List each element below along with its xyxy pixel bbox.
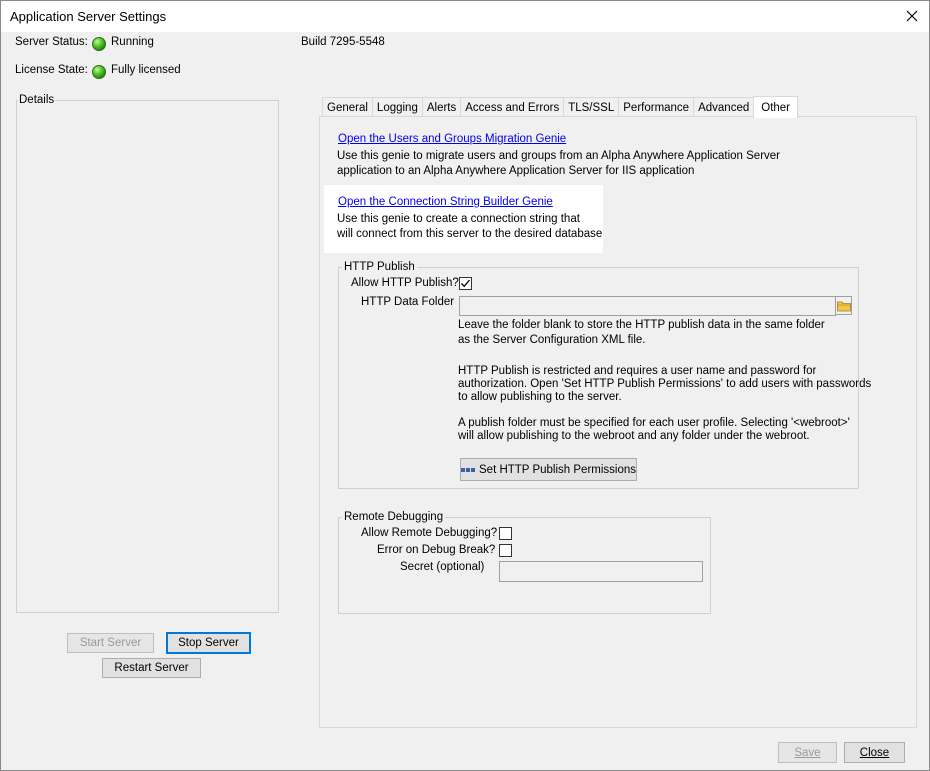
set-http-publish-permissions-label: Set HTTP Publish Permissions [479, 463, 637, 476]
close-icon [906, 10, 918, 22]
secret-field[interactable] [499, 561, 703, 582]
secret-label: Secret (optional) [400, 561, 485, 573]
details-label: Details [18, 94, 56, 106]
folder-icon [836, 301, 851, 311]
close-label: Close [859, 746, 890, 759]
http-note: as the Server Configuration XML file. [458, 334, 646, 346]
allow-remote-debugging-checkbox[interactable] [499, 527, 512, 540]
tab-tls-ssl[interactable]: TLS/SSL [563, 97, 620, 117]
checkmark-icon [461, 279, 470, 288]
connection-string-genie-desc: Use this genie to create a connection st… [337, 213, 580, 225]
migration-genie-desc: Use this genie to migrate users and grou… [337, 150, 780, 162]
server-status-label: Server Status: [15, 36, 88, 48]
close-button[interactable]: Close [844, 742, 905, 763]
server-status-value: Running [111, 36, 154, 48]
http-publish-group-label: HTTP Publish [342, 261, 417, 273]
build-number: Build 7295-5548 [301, 36, 385, 48]
license-state-label: License State: [15, 64, 88, 76]
error-on-debug-break-label: Error on Debug Break? [377, 544, 496, 556]
tab-performance[interactable]: Performance [618, 97, 695, 117]
settings-tabs: General Logging Alerts Access and Errors… [322, 96, 799, 118]
http-note: Leave the folder blank to store the HTTP… [458, 319, 825, 331]
server-status-led-icon [92, 37, 106, 51]
tab-alerts[interactable]: Alerts [421, 97, 462, 117]
permissions-icon [461, 467, 475, 472]
migration-genie-desc: application to an Alpha Anywhere Applica… [337, 165, 695, 177]
details-panel [16, 100, 279, 613]
migration-genie-link[interactable]: Open the Users and Groups Migration Geni… [338, 133, 566, 145]
start-server-button[interactable]: Start Server [67, 633, 154, 653]
http-note: HTTP Publish is restricted and requires … [458, 365, 817, 377]
http-note: A publish folder must be specified for e… [458, 417, 850, 429]
save-button[interactable]: Save [778, 742, 837, 763]
allow-remote-debugging-label: Allow Remote Debugging? [361, 527, 498, 539]
tab-other[interactable]: Other [753, 96, 799, 118]
connection-string-genie-desc: will connect from this server to the des… [337, 228, 603, 240]
settings-window: Application Server Settings Server Statu… [0, 0, 930, 771]
stop-server-button[interactable]: Stop Server [166, 632, 251, 654]
http-data-folder-field[interactable] [459, 296, 836, 316]
license-state-value: Fully licensed [111, 64, 181, 76]
remote-debugging-group-label: Remote Debugging [342, 511, 446, 523]
title-bar: Application Server Settings [1, 1, 929, 32]
http-note: authorization. Open 'Set HTTP Publish Pe… [458, 378, 872, 390]
http-note: to allow publishing to the server. [458, 391, 622, 403]
http-note: will allow publishing to the webroot and… [458, 430, 810, 442]
tab-advanced[interactable]: Advanced [693, 97, 755, 117]
connection-string-genie-link[interactable]: Open the Connection String Builder Genie [338, 196, 553, 208]
http-data-folder-label: HTTP Data Folder [361, 296, 455, 308]
window-title: Application Server Settings [10, 9, 167, 24]
allow-http-publish-checkbox[interactable] [459, 277, 472, 290]
save-label: Save [794, 746, 821, 759]
set-http-publish-permissions-button[interactable]: Set HTTP Publish Permissions [460, 458, 637, 481]
tab-access-and-errors[interactable]: Access and Errors [460, 97, 565, 117]
license-state-led-icon [92, 65, 106, 79]
tab-logging[interactable]: Logging [371, 97, 423, 117]
allow-http-publish-label: Allow HTTP Publish? [351, 277, 459, 289]
error-on-debug-break-checkbox[interactable] [499, 544, 512, 557]
browse-folder-button[interactable] [835, 296, 852, 315]
tab-general[interactable]: General [322, 97, 373, 117]
restart-server-button[interactable]: Restart Server [102, 658, 201, 678]
close-window-button[interactable] [901, 5, 923, 27]
